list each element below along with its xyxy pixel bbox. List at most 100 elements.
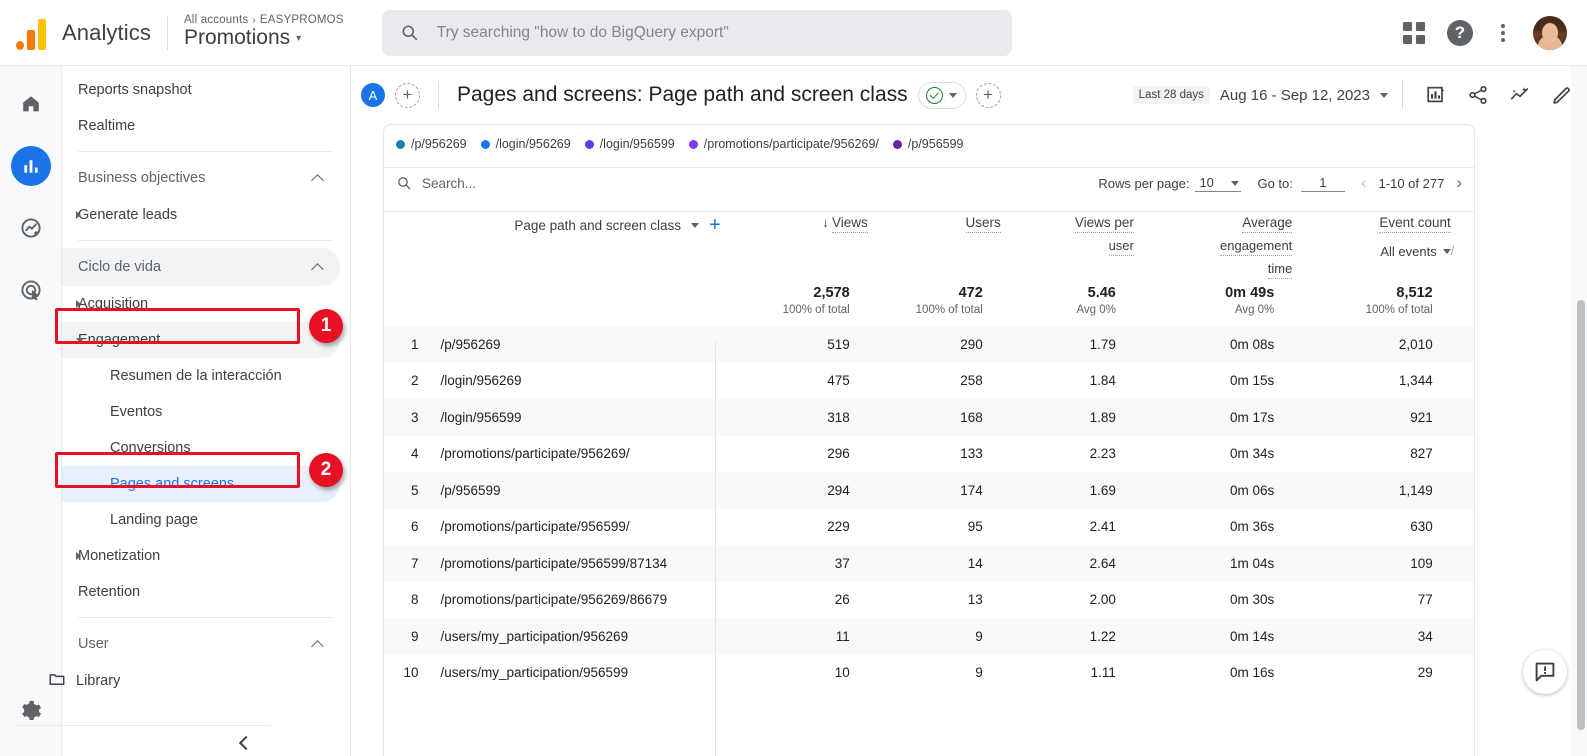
table-row[interactable]: 1/p/956269 519 290 1.79 0m 08s 2,010	[384, 326, 1474, 363]
feedback-button[interactable]	[1523, 650, 1567, 694]
row-clipped	[1451, 326, 1474, 363]
caret-right-icon[interactable]	[76, 552, 81, 560]
table-row[interactable]: 3/login/956599 318 168 1.89 0m 17s 921	[384, 399, 1474, 436]
sidebar-item-reports[interactable]	[10, 146, 51, 186]
caret-down-icon[interactable]	[76, 337, 84, 343]
sidebar-item-reports-snapshot[interactable]: Reports snapshot	[62, 72, 340, 108]
row-dimension[interactable]: /p/956599	[430, 472, 734, 509]
go-to-page[interactable]: Go to: 1	[1257, 175, 1345, 192]
account-selector[interactable]: All accounts › EASYPROMOS Promotions ▾	[184, 14, 344, 50]
table-row[interactable]: 5/p/956599 294 174 1.69 0m 06s 1,149	[384, 472, 1474, 509]
sidebar-item-admin[interactable]	[19, 699, 43, 728]
more-vertical-icon[interactable]	[1495, 22, 1511, 44]
sidebar-item-realtime[interactable]: Realtime	[62, 108, 340, 144]
sidebar-section-user[interactable]: User	[62, 625, 340, 663]
prev-page-button[interactable]: ‹	[1361, 173, 1367, 193]
event-filter-select[interactable]: All events	[1380, 244, 1451, 259]
dimension-header[interactable]: Page path and screen class +	[430, 205, 734, 279]
sidebar-item-acquisition[interactable]: Acquisition	[62, 286, 340, 322]
caret-right-icon[interactable]	[76, 300, 81, 308]
table-row[interactable]: 6/promotions/participate/956599/229 95 2.4…	[384, 509, 1474, 546]
table-row[interactable]: 8/promotions/participate/956269/86679 26 1…	[384, 582, 1474, 619]
row-views-per-user: 2.64	[1089, 555, 1116, 571]
row-dimension[interactable]: /promotions/participate/956599/	[430, 509, 734, 546]
row-dimension[interactable]: /users/my_participation/956599	[430, 655, 734, 692]
vertical-scrollbar[interactable]	[1577, 300, 1585, 730]
breadcrumb-all-accounts[interactable]: All accounts	[184, 14, 248, 26]
row-dimension[interactable]: /promotions/participate/956269/86679	[430, 582, 734, 619]
rows-per-page-select[interactable]: 10	[1195, 175, 1242, 192]
sidebar-item-advertising[interactable]	[11, 270, 51, 310]
sidebar-item-engagement[interactable]: Engagement	[62, 322, 340, 358]
sidebar-item-conversions[interactable]: Conversions	[62, 430, 340, 466]
insights-chart-icon[interactable]	[1425, 84, 1447, 106]
metric-label: Users	[965, 215, 1001, 233]
sidebar-item-retention[interactable]: Retention	[62, 574, 340, 610]
sidebar-item-resumen-de-la-interacci-n[interactable]: Resumen de la interacción	[62, 358, 340, 394]
chevron-up-icon[interactable]	[311, 262, 324, 276]
chevron-up-icon[interactable]	[311, 173, 324, 187]
table-row[interactable]: 10/users/my_participation/956599 10 9 1.11 0…	[384, 655, 1474, 692]
legend-item[interactable]: /login/956599	[584, 137, 675, 151]
avatar[interactable]	[1533, 15, 1567, 50]
table-search[interactable]: Search...	[396, 175, 476, 191]
metric-header-users[interactable]: Users	[868, 205, 1001, 279]
chevron-up-icon[interactable]	[311, 639, 324, 653]
breadcrumb-account-name[interactable]: EASYPROMOS	[260, 14, 344, 26]
table-row[interactable]: 2/login/956269 475 258 1.84 0m 15s 1,344	[384, 363, 1474, 400]
chevron-down-icon[interactable]	[690, 222, 699, 228]
table-row[interactable]: 9/users/my_participation/956269 11 9 1.22 0m…	[384, 618, 1474, 655]
sidebar-item-generate-leads[interactable]: Generate leads	[62, 197, 340, 233]
add-comparison-button[interactable]: +	[395, 82, 420, 108]
row-index: 9	[410, 628, 419, 644]
divider	[78, 617, 332, 618]
metric-header-views[interactable]: ↓ Views	[735, 205, 868, 279]
table-row[interactable]: 7/promotions/participate/956599/87134 37 1…	[384, 545, 1474, 582]
legend-item[interactable]: /p/956269	[396, 137, 467, 151]
go-to-input[interactable]: 1	[1300, 175, 1345, 192]
comparison-badge[interactable]: A	[361, 83, 385, 107]
search-input[interactable]: Try searching "how to do BigQuery export…	[437, 24, 729, 42]
sidebar-item-library[interactable]: Library	[49, 663, 340, 699]
sidebar-section-business-objectives[interactable]: Business objectives	[62, 159, 340, 197]
metric-header-avg-engagement-time[interactable]: Average engagement time	[1134, 205, 1293, 279]
next-page-button[interactable]: ›	[1456, 173, 1462, 193]
share-icon[interactable]	[1467, 84, 1489, 106]
sidebar-item-monetization[interactable]: Monetization	[62, 538, 340, 574]
rows-per-page[interactable]: Rows per page: 10	[1098, 175, 1242, 192]
help-icon[interactable]: ?	[1447, 19, 1473, 46]
row-dimension[interactable]: /users/my_participation/956269	[430, 618, 734, 655]
sidebar-section-ciclo-de-vida[interactable]: Ciclo de vida	[62, 248, 340, 286]
sidebar-item-home[interactable]	[11, 84, 51, 124]
add-filter-button[interactable]: +	[975, 82, 1001, 108]
caret-right-icon[interactable]	[76, 211, 81, 219]
collapse-sidebar-button[interactable]	[0, 726, 289, 751]
legend-item[interactable]: /login/956269	[480, 137, 571, 151]
property-name[interactable]: Promotions ▾	[184, 26, 344, 50]
sidebar-item-explore[interactable]	[11, 208, 51, 248]
totals-note: Avg 0%	[1076, 304, 1116, 316]
sidebar-item-pages-and-screens[interactable]: Pages and screens	[62, 466, 340, 502]
table-search-input[interactable]: Search...	[422, 176, 476, 191]
table-row[interactable]: 4/promotions/participate/956269/296 133 2.…	[384, 436, 1474, 473]
row-dimension[interactable]: /promotions/participate/956269/	[430, 436, 734, 473]
global-search-box[interactable]: Try searching "how to do BigQuery export…	[381, 9, 1012, 56]
date-range-picker[interactable]: Last 28 days Aug 16 - Sep 12, 2023	[1132, 86, 1388, 104]
legend-item[interactable]: /promotions/participate/956269/	[688, 137, 879, 151]
row-index: 8	[410, 592, 419, 608]
sidebar-item-eventos[interactable]: Eventos	[62, 394, 340, 430]
metric-header-views-per-user[interactable]: Views per user	[1001, 205, 1134, 279]
trend-sparkle-icon[interactable]	[1509, 84, 1531, 106]
edit-pencil-icon[interactable]	[1551, 84, 1573, 106]
apps-grid-icon[interactable]	[1403, 21, 1425, 44]
add-dimension-button[interactable]: +	[709, 215, 721, 235]
row-dimension[interactable]: /login/956269	[430, 363, 734, 400]
totals-value: 5.46	[1087, 285, 1116, 301]
sidebar-item-landing-page[interactable]: Landing page	[62, 502, 340, 538]
row-dimension[interactable]: /login/956599	[430, 399, 734, 436]
data-quality-chip[interactable]	[917, 81, 966, 109]
legend-item[interactable]: /p/956599	[892, 137, 964, 151]
row-dimension[interactable]: /promotions/participate/956599/87134	[430, 545, 734, 582]
metric-header-event-count[interactable]: Event count All events	[1292, 205, 1451, 279]
row-dimension[interactable]: /p/956269	[430, 326, 734, 363]
